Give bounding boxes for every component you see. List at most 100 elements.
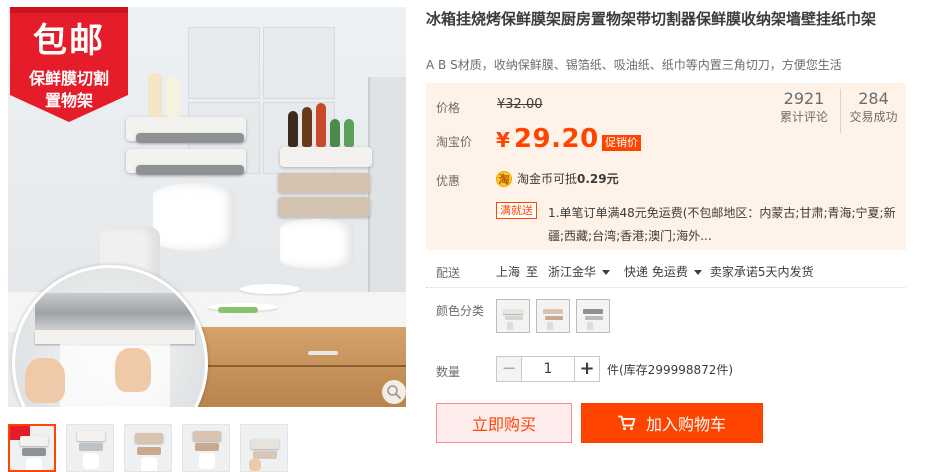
swatch-roll [587, 322, 593, 330]
price-label: 价格 [436, 101, 461, 115]
thumbnail-roll [26, 458, 42, 470]
add-to-cart-button[interactable]: 加入购物车 [581, 403, 763, 443]
benefit-label: 优惠 [436, 174, 461, 188]
thumbnail-rack [193, 431, 221, 441]
thumbnail-rack [195, 443, 219, 451]
shipping-method: 快递 免运费 [624, 265, 688, 279]
sales-stats: 2921 累计评论 284 交易成功 [768, 89, 906, 133]
stat-reviews-label: 累计评论 [779, 110, 828, 124]
thumbnail-2[interactable] [66, 424, 114, 472]
swatch-roll [507, 322, 513, 330]
manjiu-text-content: 1.单笔订单满48元免运费(不包邮地区：内蒙古;甘肃;青海;宁夏;新疆;西藏;台… [548, 206, 896, 243]
promo-ribbon: 包邮 保鲜膜切割 置物架 [10, 7, 128, 122]
buy-now-label: 立即购买 [471, 415, 536, 434]
promo-line-2: 保鲜膜切割 [28, 69, 109, 88]
rack-cutter [136, 133, 244, 143]
foil-roll [35, 293, 195, 333]
swatch-rack [503, 309, 523, 314]
quantity-input[interactable] [522, 356, 574, 382]
thumbnail-hand [249, 459, 261, 471]
manjiu-text: 1.单笔订单满48元免运费(不包邮地区：内蒙古;甘肃;青海;宁夏;新疆;西藏;台… [548, 202, 908, 248]
rack-shelf [278, 197, 370, 217]
quantity-decrease-button[interactable]: − [496, 356, 522, 382]
stat-transactions: 284 交易成功 [841, 89, 906, 133]
coin-offer-text: 淘金币可抵0.29元 [517, 170, 619, 187]
add-to-cart-label: 加入购物车 [645, 415, 726, 434]
spice-bottle [302, 107, 312, 147]
current-price: ¥ 29.20 [496, 124, 599, 154]
coin-offer-amount: 0.29元 [577, 172, 619, 186]
thumbnail-5[interactable] [240, 424, 288, 472]
thumbnail-roll [199, 453, 215, 469]
coin-offer-prefix: 淘金币可抵 [517, 172, 578, 186]
thumbnail-rack [20, 436, 48, 446]
quantity-stepper: − + 件(库存299998872件) [496, 356, 733, 382]
shipping-destination: 浙江金华 [548, 265, 597, 279]
rack-cutter [136, 165, 244, 175]
swatch-rack [505, 316, 523, 320]
vegetable [218, 307, 258, 313]
thumbnail-1[interactable] [8, 424, 56, 472]
cart-icon [618, 415, 636, 431]
color-label: 颜色分类 [436, 304, 485, 318]
paper-roll [153, 183, 235, 251]
product-title: 冰箱挂烧烤保鲜膜架厨房置物架带切割器保鲜膜收纳架墙壁挂纸巾架 [426, 10, 877, 28]
thumbnail-rack [22, 448, 46, 456]
swatch-roll [547, 322, 553, 330]
chevron-down-icon [602, 270, 611, 275]
buy-now-button[interactable]: 立即购买 [436, 403, 572, 443]
color-option-beige[interactable] [536, 299, 570, 333]
currency-symbol: ¥ [496, 128, 510, 152]
swatch-rack [585, 316, 603, 320]
quantity-increase-button[interactable]: + [574, 356, 600, 382]
rack-shelf [278, 173, 370, 193]
color-options [496, 299, 610, 333]
promo-line-3: 置物架 [44, 91, 93, 110]
hand-right [115, 348, 151, 392]
sauce-bottle [148, 73, 162, 117]
chevron-down-icon [693, 270, 702, 275]
shipping-label: 配送 [436, 266, 461, 280]
fridge [368, 77, 406, 307]
product-subtitle: A B S材质，收纳保鲜膜、锡箔纸、吸油纸、纸巾等内置三角切刀，方便您生活 [426, 58, 842, 72]
spice-bottle [330, 119, 340, 147]
zoom-icon [387, 385, 401, 399]
wall-tile [188, 27, 260, 99]
swatch-rack [545, 316, 563, 320]
shipping-destination-select[interactable]: 浙江金华 [548, 263, 611, 280]
wall-tile [263, 27, 335, 99]
shipping-to-word: 至 [526, 265, 539, 279]
spice-bottle [316, 103, 326, 147]
thumbnail-rack [137, 447, 161, 455]
paper-roll [280, 219, 354, 269]
shipping-method-select[interactable]: 快递 免运费 [624, 263, 702, 280]
promo-price-tag: 促销价 [602, 135, 641, 151]
spice-bottle [288, 111, 298, 147]
original-price: ¥32.00 [497, 97, 543, 112]
stat-transactions-value: 284 [858, 89, 889, 108]
color-option-white[interactable] [496, 299, 530, 333]
thumbnail-roll [141, 457, 157, 471]
thumbnail-roll [83, 453, 99, 469]
stat-reviews-value: 2921 [783, 89, 825, 108]
stat-reviews[interactable]: 2921 累计评论 [768, 89, 840, 133]
thumbnail-strip [8, 424, 288, 472]
shipping-from: 上海 [496, 265, 521, 279]
zoom-button[interactable] [382, 380, 406, 404]
divider [426, 287, 906, 288]
spice-bottle [344, 119, 354, 147]
plate [240, 284, 300, 294]
promo-free-shipping: 包邮 [33, 21, 105, 61]
manjiu-tag: 满就送 [496, 202, 537, 219]
coin-icon: 淘 [496, 170, 512, 187]
thumbnail-4[interactable] [182, 424, 230, 472]
rack-top-shelf [280, 147, 372, 167]
thumbnail-rack [251, 439, 279, 449]
taobao-price-label: 淘宝价 [436, 135, 473, 149]
color-option-grey[interactable] [576, 299, 610, 333]
thumbnail-3[interactable] [124, 424, 172, 472]
swatch-rack [583, 309, 603, 314]
shipping-info: 上海 至 浙江金华 快递 免运费 卖家承诺5天内发货 [496, 263, 814, 280]
stat-transactions-label: 交易成功 [849, 110, 898, 124]
coin-offer: 淘 淘金币可抵0.29元 [496, 170, 619, 187]
